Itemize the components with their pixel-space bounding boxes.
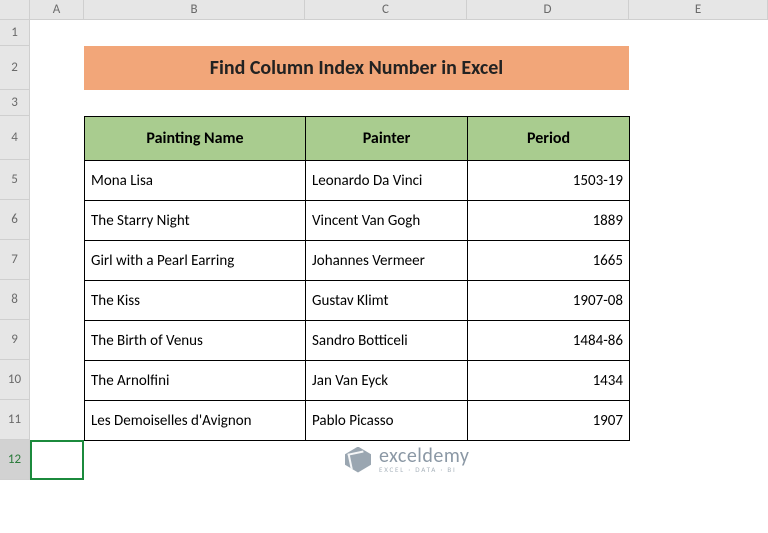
row-header-4[interactable]: 4 — [0, 116, 29, 160]
cell-painting-name[interactable]: Girl with a Pearl Earring — [85, 241, 306, 281]
cell-painting-name[interactable]: The Starry Night — [85, 201, 306, 241]
row-header-5[interactable]: 5 — [0, 160, 29, 200]
cell-period[interactable]: 1484-86 — [468, 321, 630, 361]
brand-name: exceldemy — [379, 446, 469, 466]
sheet-area[interactable]: Find Column Index Number in Excel Painti… — [30, 20, 768, 533]
table-row: Les Demoiselles d'AvignonPablo Picasso19… — [85, 401, 630, 441]
spreadsheet-viewport: ABCDE 123456789101112 Find Column Index … — [0, 0, 768, 533]
cell-period[interactable]: 1907 — [468, 401, 630, 441]
cell-period[interactable]: 1434 — [468, 361, 630, 401]
col-painting-name[interactable]: Painting Name — [85, 117, 306, 161]
selection-indicator — [30, 440, 84, 480]
brand-tagline: EXCEL · DATA · BI — [379, 466, 469, 473]
cell-painter[interactable]: Gustav Klimt — [306, 281, 468, 321]
col-header-B[interactable]: B — [84, 0, 305, 19]
select-all-corner[interactable] — [0, 0, 30, 19]
col-header-D[interactable]: D — [467, 0, 629, 19]
row-header-12[interactable]: 12 — [0, 440, 29, 480]
col-header-C[interactable]: C — [305, 0, 467, 19]
row-header-10[interactable]: 10 — [0, 360, 29, 400]
row-header-2[interactable]: 2 — [0, 46, 29, 90]
table-row: The Birth of VenusSandro Botticeli1484-8… — [85, 321, 630, 361]
row-headers: 123456789101112 — [0, 20, 30, 480]
cell-painting-name[interactable]: The Kiss — [85, 281, 306, 321]
row-header-6[interactable]: 6 — [0, 200, 29, 240]
row-header-1[interactable]: 1 — [0, 20, 29, 46]
cell-painter[interactable]: Sandro Botticeli — [306, 321, 468, 361]
cell-period[interactable]: 1665 — [468, 241, 630, 281]
brand-logo: exceldemy EXCEL · DATA · BI — [345, 446, 469, 473]
table-row: Girl with a Pearl EarringJohannes Vermee… — [85, 241, 630, 281]
row-header-9[interactable]: 9 — [0, 320, 29, 360]
cell-painting-name[interactable]: The Birth of Venus — [85, 321, 306, 361]
paintings-table: Painting Name Painter Period Mona LisaLe… — [84, 116, 630, 441]
cell-painting-name[interactable]: The Arnolfini — [85, 361, 306, 401]
row-header-3[interactable]: 3 — [0, 90, 29, 116]
column-headers: ABCDE — [0, 0, 768, 20]
cell-painter[interactable]: Jan Van Eyck — [306, 361, 468, 401]
cell-painter[interactable]: Vincent Van Gogh — [306, 201, 468, 241]
cell-painter[interactable]: Johannes Vermeer — [306, 241, 468, 281]
cell-period[interactable]: 1503-19 — [468, 161, 630, 201]
col-header-E[interactable]: E — [629, 0, 768, 19]
row-header-8[interactable]: 8 — [0, 280, 29, 320]
col-painter[interactable]: Painter — [306, 117, 468, 161]
row-header-7[interactable]: 7 — [0, 240, 29, 280]
cell-painter[interactable]: Leonardo Da Vinci — [306, 161, 468, 201]
cell-period[interactable]: 1907-08 — [468, 281, 630, 321]
col-period[interactable]: Period — [468, 117, 630, 161]
cell-painting-name[interactable]: Les Demoiselles d'Avignon — [85, 401, 306, 441]
cell-painting-name[interactable]: Mona Lisa — [85, 161, 306, 201]
cell-period[interactable]: 1889 — [468, 201, 630, 241]
logo-text: exceldemy EXCEL · DATA · BI — [379, 446, 469, 473]
logo-hex-icon — [345, 447, 371, 473]
col-header-A[interactable]: A — [30, 0, 84, 19]
table-header-row: Painting Name Painter Period — [85, 117, 630, 161]
table-row: Mona LisaLeonardo Da Vinci1503-19 — [85, 161, 630, 201]
page-title: Find Column Index Number in Excel — [84, 46, 629, 90]
page-title-text: Find Column Index Number in Excel — [210, 56, 503, 80]
cell-painter[interactable]: Pablo Picasso — [306, 401, 468, 441]
table-row: The KissGustav Klimt1907-08 — [85, 281, 630, 321]
table-row: The Starry NightVincent Van Gogh1889 — [85, 201, 630, 241]
row-header-11[interactable]: 11 — [0, 400, 29, 440]
table-row: The ArnolfiniJan Van Eyck1434 — [85, 361, 630, 401]
